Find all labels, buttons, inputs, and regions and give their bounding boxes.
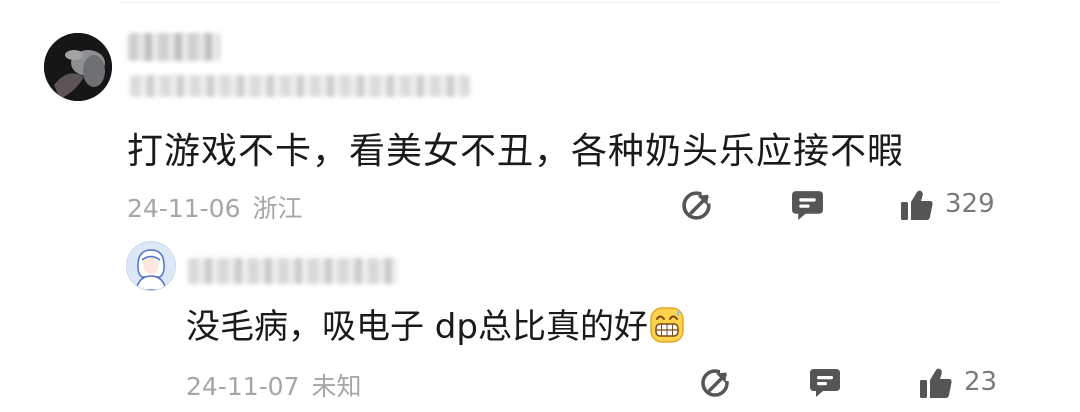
share-icon[interactable] xyxy=(681,189,714,222)
comment-icon[interactable] xyxy=(791,190,824,221)
top-divider xyxy=(120,2,1000,3)
comment-icon[interactable] xyxy=(809,368,841,398)
like-count: 329 xyxy=(945,189,995,219)
avatar[interactable] xyxy=(126,241,176,291)
username-blurred[interactable] xyxy=(128,33,220,61)
user-info-blurred xyxy=(130,75,470,97)
like-count: 23 xyxy=(964,367,998,397)
thumbs-up-icon[interactable] xyxy=(900,189,934,221)
comment-date: 24-11-06 xyxy=(127,194,241,223)
reply-date: 24-11-07 xyxy=(186,372,300,401)
comment-meta: 24-11-06 浙江 xyxy=(127,189,303,225)
comment-text: 打游戏不卡，看美女不丑，各种奶头乐应接不暇 xyxy=(127,131,905,172)
reply-text: 没毛病，吸电子 dp总比真的好 xyxy=(186,307,648,347)
avatar-image xyxy=(127,242,175,290)
share-icon[interactable] xyxy=(700,367,732,399)
grin-sweat-emoji xyxy=(650,306,684,344)
comment-text: 没毛病，吸电子 dp总比真的好 xyxy=(186,299,684,348)
thumbs-up-icon[interactable] xyxy=(919,367,953,399)
reply-location: 未知 xyxy=(311,372,362,401)
avatar[interactable] xyxy=(44,33,112,101)
comment-location: 浙江 xyxy=(252,194,303,223)
reply-meta: 24-11-07 未知 xyxy=(186,367,362,403)
emoji-image xyxy=(650,307,684,343)
username-blurred[interactable] xyxy=(188,258,398,284)
avatar-image xyxy=(44,33,112,101)
